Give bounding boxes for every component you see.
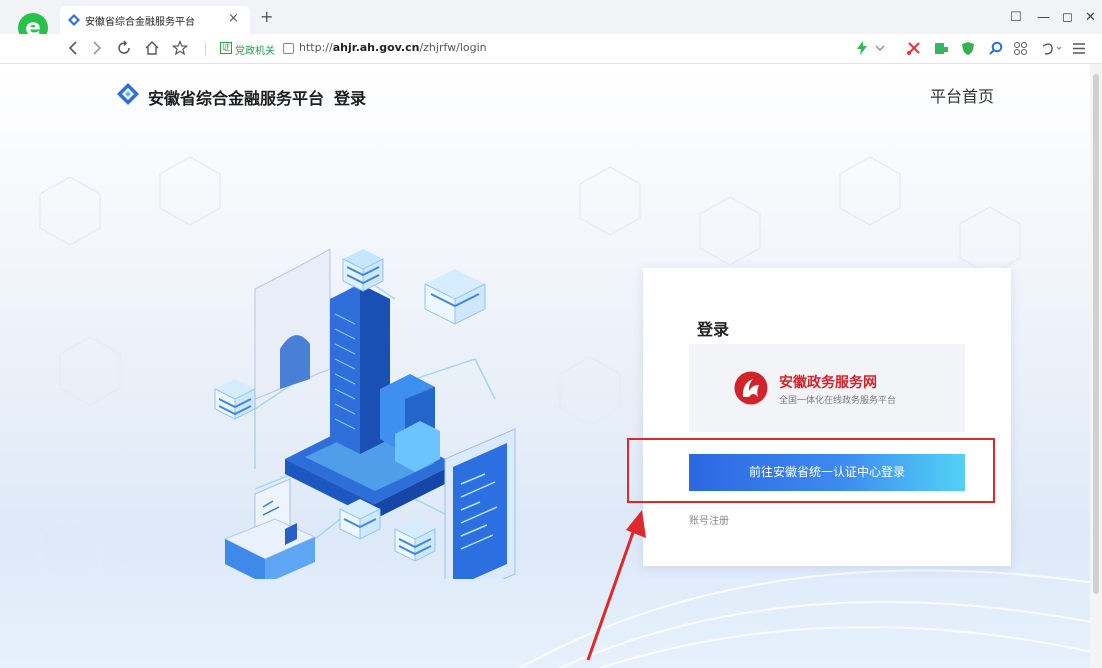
certificate-label[interactable]: 党政机关 (235, 42, 275, 57)
register-link[interactable]: 账号注册 (689, 512, 729, 527)
dropdown-icon[interactable] (874, 41, 886, 55)
scrollbar-thumb[interactable] (1093, 74, 1099, 594)
forward-icon[interactable] (90, 40, 104, 56)
gov-service-tagline: 全国一体化在线政务服务平台 (779, 396, 897, 406)
login-card: 登录 安徽政务服务网 全国一体化在线政务服务平台 前往安徽省统一认证中心登录 账… (643, 268, 1011, 566)
site-title: 安徽省综合金融服务平台 (148, 89, 325, 108)
minimize-icon[interactable]: — (1037, 10, 1050, 25)
page-title: 安徽省综合金融服务平台 登录 (148, 85, 366, 109)
scissors-icon[interactable] (906, 41, 922, 56)
url-field[interactable]: http://ahjr.ah.gov.cn/zhjrfw/login (299, 41, 487, 54)
page-content: 安徽省综合金融服务平台 登录 平台首页 登录 安徽政务服务网 全国一体化在线政务… (0, 64, 1102, 668)
skin-icon[interactable]: ☐ (1010, 10, 1022, 25)
certificate-icon[interactable]: 证 (220, 42, 232, 54)
new-tab-icon[interactable]: + (260, 9, 273, 25)
browser-tab[interactable]: 安徽省综合金融服务平台 × (60, 6, 250, 34)
gov-service-option[interactable]: 安徽政务服务网 全国一体化在线政务服务平台 (689, 344, 965, 432)
apps-icon[interactable] (1013, 41, 1029, 56)
home-icon[interactable] (144, 40, 160, 56)
page-title-login: 登录 (334, 89, 367, 108)
site-logo-icon (117, 83, 139, 105)
tab-bar: 安徽省综合金融服务平台 × + ☐ — ◻ ✕ (0, 0, 1102, 34)
address-bar: 证 党政机关 http://ahjr.ah.gov.cn/zhjrfw/logi… (0, 34, 1102, 64)
refresh-icon[interactable] (116, 40, 132, 56)
toolbar-divider (205, 42, 206, 56)
maximize-icon[interactable]: ◻ (1062, 10, 1073, 25)
gov-service-name: 安徽政务服务网 (779, 375, 877, 391)
close-window-icon[interactable]: ✕ (1085, 10, 1096, 25)
site-favicon-icon (68, 14, 80, 26)
extension-icon[interactable] (934, 41, 950, 56)
highlight-annotation (627, 438, 995, 503)
favorite-icon[interactable] (172, 40, 188, 56)
annotation-arrow-icon (586, 510, 646, 661)
undo-icon[interactable] (1040, 41, 1062, 56)
home-link[interactable]: 平台首页 (930, 83, 994, 107)
search-icon[interactable] (988, 41, 1004, 56)
menu-icon[interactable] (1072, 41, 1086, 56)
browser-chrome: 安徽省综合金融服务平台 × + ☐ — ◻ ✕ e 证 党政机关 http://… (0, 0, 1102, 64)
close-tab-icon[interactable]: × (228, 11, 239, 26)
login-card-title: 登录 (697, 320, 730, 339)
gov-service-logo-icon (734, 371, 768, 405)
page-info-icon[interactable] (283, 43, 294, 54)
shield-icon[interactable] (960, 41, 976, 56)
lightning-icon[interactable] (856, 41, 868, 55)
city-illustration (214, 248, 516, 579)
tab-title: 安徽省综合金融服务平台 (85, 17, 195, 28)
back-icon[interactable] (66, 40, 80, 56)
